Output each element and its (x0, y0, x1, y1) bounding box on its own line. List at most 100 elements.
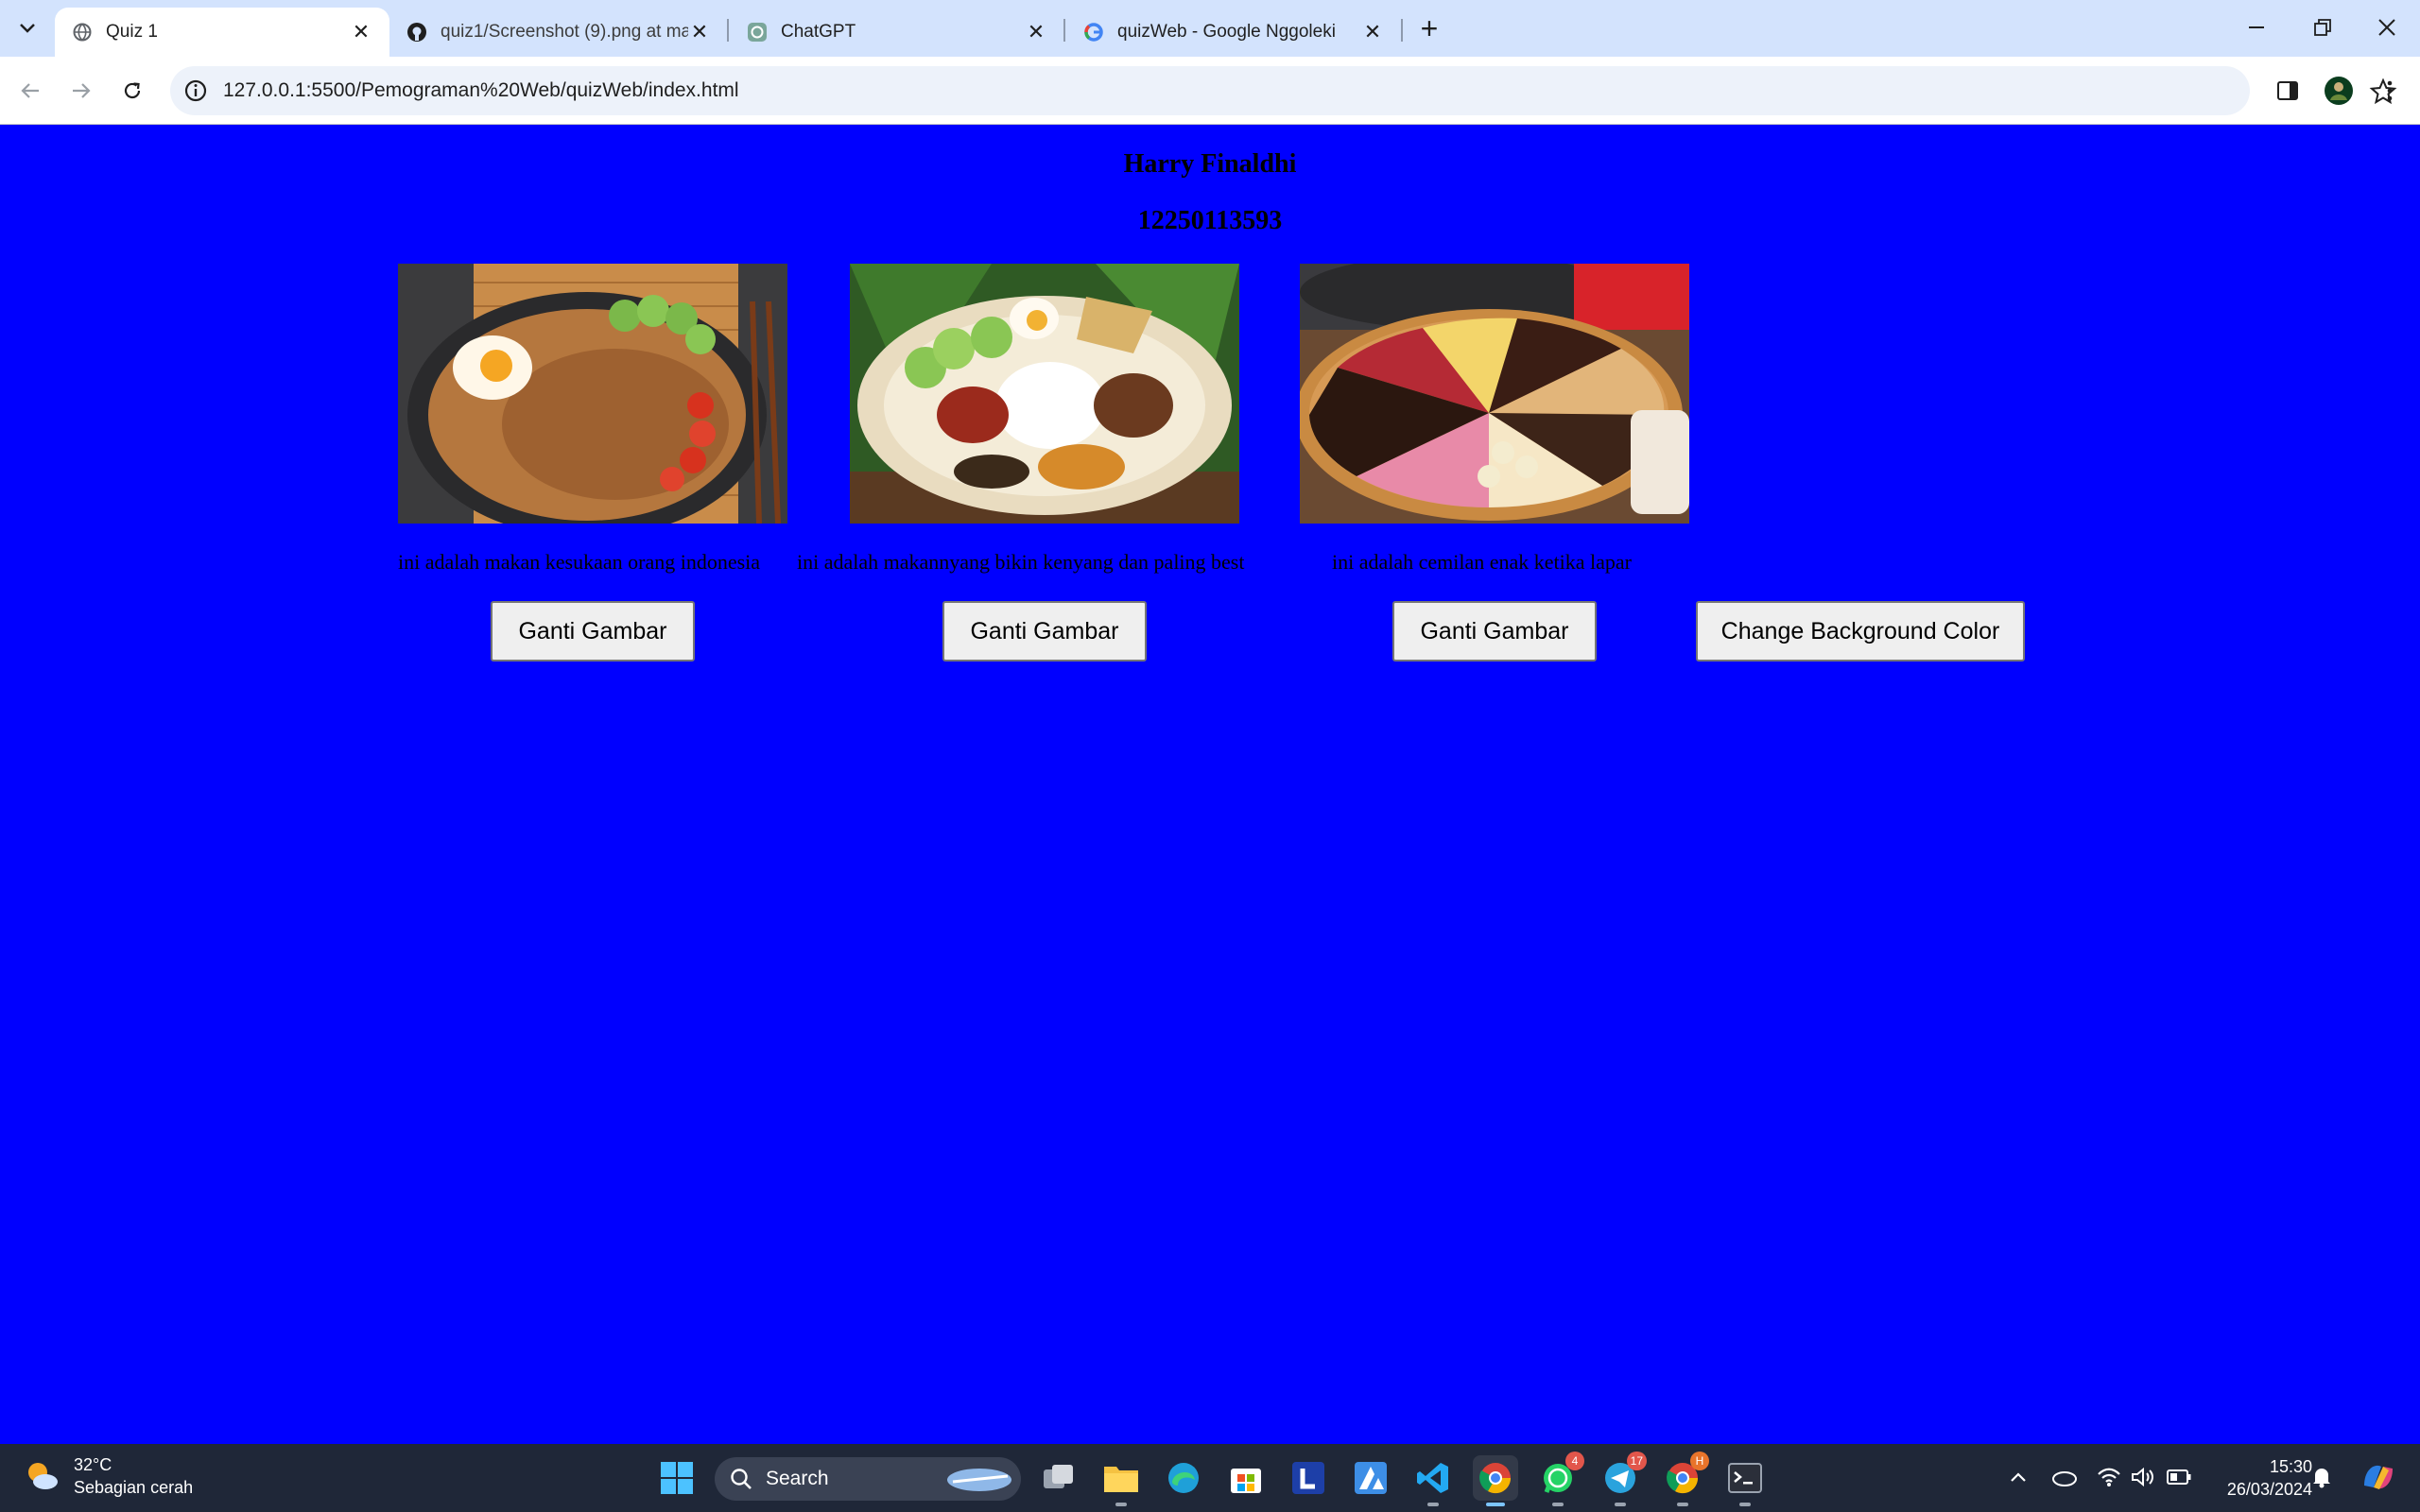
change-image-button-1[interactable]: Ganti Gambar (491, 601, 695, 662)
wifi-icon (2098, 1468, 2120, 1486)
forward-button[interactable] (62, 72, 100, 110)
battery-tray[interactable] (2165, 1463, 2193, 1491)
windows-taskbar: 32°C Sebagian cerah Search 4 17 H 15:30 … (0, 1444, 2420, 1512)
speaker-icon (2132, 1467, 2153, 1487)
task-view-button[interactable] (1036, 1455, 1081, 1501)
clock-time: 15:30 (2269, 1457, 2312, 1476)
browser-menu-button[interactable] (2373, 74, 2407, 108)
onedrive-tray[interactable] (2049, 1463, 2078, 1491)
change-image-button-2[interactable]: Ganti Gambar (942, 601, 1147, 662)
profile-avatar[interactable] (2322, 74, 2356, 108)
restore-button[interactable] (2290, 0, 2356, 55)
taskbar-search[interactable]: Search (715, 1457, 1021, 1501)
cloud-icon (2052, 1471, 2077, 1486)
change-image-button-3[interactable]: Ganti Gambar (1392, 601, 1597, 662)
taskbar-microsoft-store[interactable] (1223, 1455, 1269, 1501)
folder-icon (1104, 1467, 1138, 1492)
taskbar-edge[interactable] (1161, 1455, 1206, 1501)
tab-title: Quiz 1 (106, 22, 158, 42)
globe-icon (72, 22, 93, 43)
tab-search-button[interactable] (9, 11, 45, 45)
close-icon (2378, 19, 2395, 36)
notifications-button[interactable] (2308, 1463, 2336, 1491)
student-id-heading: 12250113593 (1137, 206, 1283, 235)
restore-icon (2314, 19, 2331, 36)
whatsapp-badge: 4 (1565, 1452, 1584, 1470)
weather-widget[interactable]: 32°C Sebagian cerah (23, 1453, 193, 1499)
taskbar-whatsapp[interactable]: 4 (1535, 1452, 1584, 1506)
chrome-profile-badge: H (1690, 1452, 1709, 1470)
task-view-icon (1044, 1465, 1073, 1488)
food-card-3 (1300, 264, 1689, 524)
side-panel-button[interactable] (2271, 74, 2305, 108)
address-bar[interactable]: 127.0.0.1:5500/Pemograman%20Web/quizWeb/… (170, 66, 2397, 115)
copilot-icon (2364, 1465, 2393, 1489)
taskbar-azure-app[interactable] (1348, 1455, 1393, 1501)
close-tab-icon[interactable]: ✕ (1361, 20, 1384, 43)
tab-separator (1063, 19, 1065, 42)
taskbar-clock[interactable]: 15:30 26/03/2024 (2208, 1455, 2312, 1501)
start-button[interactable] (654, 1455, 700, 1501)
bell-icon (2313, 1469, 2330, 1488)
tab-chatgpt[interactable]: ChatGPT ✕ (730, 8, 1064, 57)
taskbar-chrome[interactable] (1473, 1455, 1518, 1506)
partly-sunny-icon (28, 1463, 58, 1489)
weather-description: Sebagian cerah (74, 1478, 194, 1497)
taskbar-vscode[interactable] (1410, 1455, 1456, 1506)
food-caption-2: ini adalah makannyang bikin kenyang dan … (797, 550, 1245, 574)
tab-separator (1401, 19, 1403, 42)
active-indicator (1486, 1503, 1505, 1506)
search-icon (731, 1469, 752, 1489)
close-window-button[interactable] (2354, 0, 2420, 55)
tab-quiz-1[interactable]: Quiz 1 ✕ (55, 8, 389, 57)
show-hidden-icons-button[interactable] (2004, 1463, 2032, 1491)
new-tab-button[interactable]: + (1412, 11, 1446, 45)
side-panel-icon (2277, 81, 2298, 100)
tab-title: ChatGPT (781, 22, 856, 42)
running-indicator (1615, 1503, 1626, 1506)
search-highlight-icon (947, 1469, 1011, 1491)
store-icon (1231, 1469, 1261, 1493)
taskbar-telegram[interactable]: 17 (1598, 1452, 1647, 1506)
close-tab-icon[interactable]: ✕ (1025, 20, 1047, 43)
minimize-icon (2249, 26, 2264, 28)
close-tab-icon[interactable]: ✕ (350, 20, 372, 43)
food-caption-1: ini adalah makan kesukaan orang indonesi… (398, 550, 761, 574)
reload-icon (124, 82, 141, 99)
telegram-badge: 17 (1626, 1452, 1647, 1470)
taskbar-terminal[interactable] (1722, 1455, 1768, 1506)
food-card-1 (398, 264, 787, 524)
url-text: 127.0.0.1:5500/Pemograman%20Web/quizWeb/… (223, 79, 739, 101)
volume-tray[interactable] (2129, 1463, 2157, 1491)
weather-temperature: 32°C (74, 1455, 112, 1474)
tab-separator (727, 19, 729, 42)
github-icon (406, 22, 427, 43)
taskbar-chrome-profile-2[interactable]: H (1660, 1452, 1709, 1506)
food-caption-3: ini adalah cemilan enak ketika lapar (1332, 550, 1633, 574)
copilot-button[interactable] (2360, 1463, 2397, 1491)
page-body: Harry Finaldhi 12250113593 ini adalah ma… (0, 125, 2420, 1444)
taskbar-file-explorer[interactable] (1098, 1455, 1144, 1506)
tab-google-search[interactable]: quizWeb - Google Nggoleki ✕ (1066, 8, 1401, 57)
tab-title: quiz1/Screenshot (9).png at ma (441, 22, 688, 42)
food-image-nasi-lemak (850, 264, 1239, 524)
running-indicator (1739, 1503, 1751, 1506)
edge-icon (1168, 1463, 1199, 1493)
wifi-tray[interactable] (2095, 1463, 2123, 1491)
taskbar-l-app[interactable] (1286, 1455, 1331, 1501)
change-background-color-button[interactable]: Change Background Color (1696, 601, 2025, 662)
reload-button[interactable] (113, 72, 151, 110)
running-indicator (1427, 1503, 1439, 1506)
browser-tab-strip: Quiz 1 ✕ quiz1/Screenshot (9).png at ma … (0, 0, 2420, 57)
running-indicator (1552, 1503, 1564, 1506)
back-button[interactable] (11, 72, 49, 110)
avatar-icon (2325, 77, 2353, 105)
minimize-button[interactable] (2223, 0, 2290, 55)
vscode-icon (1417, 1463, 1448, 1493)
close-tab-icon[interactable]: ✕ (688, 20, 711, 43)
food-image-martabak (1300, 264, 1689, 524)
tab-github-screenshot[interactable]: quiz1/Screenshot (9).png at ma ✕ (389, 8, 728, 57)
site-info-icon[interactable] (183, 78, 208, 103)
student-name-heading: Harry Finaldhi (1123, 149, 1297, 179)
chatgpt-icon (747, 22, 768, 43)
